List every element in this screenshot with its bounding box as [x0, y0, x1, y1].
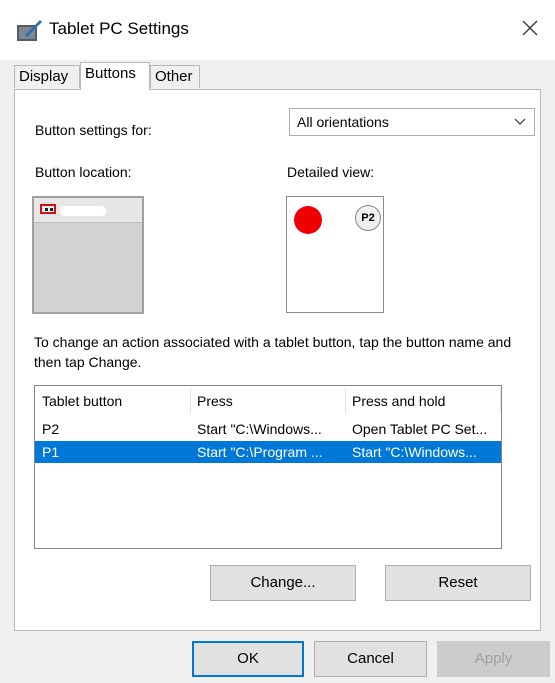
instructions-text: To change an action associated with a ta…	[34, 334, 512, 370]
tab-other[interactable]: Other	[150, 65, 200, 88]
button-location-preview	[32, 196, 144, 314]
button-indicator-dot	[294, 206, 322, 234]
tablet-top-bar	[34, 198, 142, 223]
window-title: Tablet PC Settings	[49, 19, 189, 38]
tablet-pc-icon	[17, 20, 42, 41]
column-header-press-and-hold[interactable]: Press and hold	[352, 386, 498, 416]
close-icon[interactable]	[519, 17, 541, 39]
chevron-down-icon	[514, 118, 526, 125]
row-press-hold-action: Start "C:\Windows...	[352, 444, 477, 460]
orientation-select-value: All orientations	[297, 114, 389, 130]
column-header-tablet-button[interactable]: Tablet button	[42, 386, 182, 416]
row-press-hold-action: Open Tablet PC Set...	[352, 421, 488, 437]
button-location-marker	[40, 204, 56, 214]
reset-button[interactable]: Reset	[385, 565, 531, 601]
row-button-name: P1	[42, 444, 60, 460]
buttons-panel: Button settings for: All orientations Bu…	[14, 89, 541, 631]
button-settings-for-label: Button settings for:	[35, 122, 152, 138]
change-button[interactable]: Change...	[210, 565, 356, 601]
title-bar: Tablet PC Settings	[0, 0, 555, 60]
detailed-view-label: Detailed view:	[287, 164, 375, 180]
row-button-name: P2	[42, 421, 60, 437]
apply-button[interactable]: Apply	[437, 641, 550, 677]
column-header-press[interactable]: Press	[197, 386, 347, 416]
orientation-select[interactable]: All orientations	[289, 108, 535, 136]
table-row[interactable]: P2 Start "C:\Windows... Open Tablet PC S…	[35, 418, 501, 440]
tab-display[interactable]: Display	[14, 65, 80, 88]
row-press-action: Start "C:\Program ...	[197, 444, 323, 460]
row-press-action: Start "C:\Windows...	[197, 421, 322, 437]
cancel-button[interactable]: Cancel	[314, 641, 427, 677]
button-location-label: Button location:	[35, 164, 132, 180]
list-header: Tablet button Press Press and hold	[35, 386, 501, 416]
tablet-button-list[interactable]: Tablet button Press Press and hold P2 St…	[34, 385, 502, 549]
p2-button-badge: P2	[355, 205, 381, 231]
detailed-view-preview: P2	[286, 196, 384, 313]
ok-button[interactable]: OK	[192, 641, 304, 677]
tablet-bar-graphic	[60, 206, 106, 216]
tab-buttons[interactable]: Buttons	[80, 62, 150, 90]
table-row-selected[interactable]: P1 Start "C:\Program ... Start "C:\Windo…	[35, 441, 501, 463]
